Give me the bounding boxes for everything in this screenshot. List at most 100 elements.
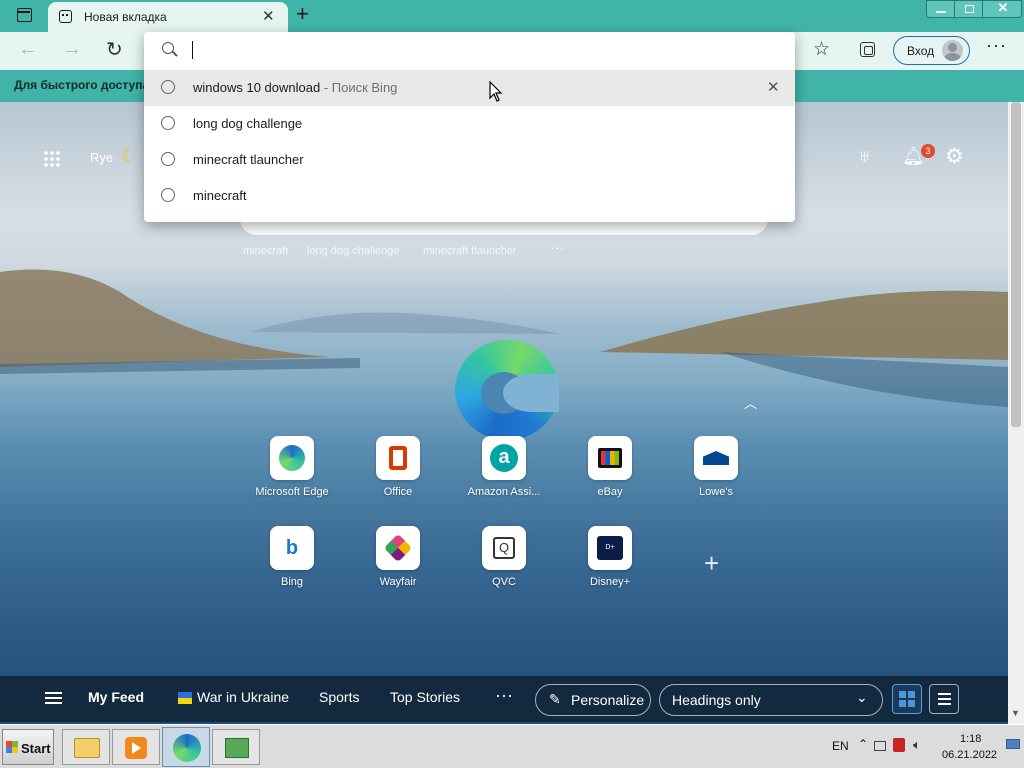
search-icon [162, 42, 178, 57]
qvc-icon: Q [482, 526, 526, 570]
settings-more-icon[interactable]: ··· [986, 35, 1007, 56]
tab-title: Новая вкладка [84, 10, 167, 24]
quicklink-tile[interactable]: b Bing [242, 526, 342, 596]
collections-icon[interactable] [860, 42, 875, 57]
clock-time[interactable]: 1:18 [960, 733, 981, 745]
recent-search-item[interactable]: long dog challenge [307, 245, 399, 257]
mouse-cursor-icon [489, 81, 503, 102]
weather-moon-icon: ☾ [121, 146, 138, 166]
media-player-icon [125, 737, 147, 759]
taskbar-explorer-button[interactable] [62, 729, 110, 765]
quicklink-tile[interactable]: Office [348, 436, 448, 506]
feed-more-icon[interactable]: ··· [495, 685, 513, 706]
language-indicator[interactable]: EN [832, 739, 849, 753]
chevron-down-icon: ⌄ [856, 689, 868, 705]
network-icon[interactable] [874, 741, 886, 751]
taskbar-app-button[interactable] [212, 729, 260, 765]
security-alert-icon[interactable] [893, 738, 905, 752]
quicklink-label: Wayfair [379, 576, 417, 588]
suggestion-item[interactable]: minecraft [144, 178, 795, 214]
taskbar-media-player-button[interactable] [112, 729, 160, 765]
address-suggestions-dropdown: windows 10 download - Поиск Bing ✕ long … [144, 32, 795, 222]
ukraine-flag-icon [178, 692, 192, 704]
tab-new-tab[interactable]: Новая вкладка ✕ [48, 2, 288, 32]
suggestion-text: minecraft [193, 188, 247, 203]
feed-tab-sports[interactable]: Sports [319, 689, 359, 705]
scrollbar-thumb[interactable] [1011, 102, 1021, 427]
scroll-down-arrow-icon[interactable]: ▼ [1011, 708, 1020, 718]
clock-date[interactable]: 06.21.2022 [942, 749, 997, 761]
weather-location[interactable]: Rye [90, 150, 113, 165]
feed-bar: My Feed War in Ukraine Sports Top Storie… [0, 676, 1008, 722]
suggestion-text: long dog challenge [193, 116, 303, 131]
quicklink-label: Disney+ [589, 576, 631, 588]
page-settings-gear-icon[interactable]: ⚙ [945, 144, 964, 169]
quicklink-label: eBay [597, 486, 623, 498]
notification-badge: 3 [921, 144, 935, 158]
history-icon [161, 188, 175, 202]
rewards-icon[interactable]: ♅ [858, 146, 872, 167]
suggestion-item[interactable]: long dog challenge [144, 106, 795, 142]
edge-taskbar-icon [173, 734, 201, 762]
apps-grid-icon[interactable] [43, 150, 61, 168]
collapse-chevron-icon[interactable]: ︿ [744, 393, 757, 412]
sign-in-button[interactable]: Вход [893, 36, 970, 65]
grid-view-button[interactable] [892, 684, 922, 714]
wayfair-icon [376, 526, 420, 570]
start-label: Start [21, 741, 51, 756]
tab-actions-icon[interactable] [17, 8, 32, 22]
forward-button[interactable]: → [62, 38, 82, 61]
feed-menu-icon[interactable] [45, 692, 62, 704]
restore-button[interactable] [955, 1, 983, 18]
start-button[interactable]: Start [2, 729, 54, 765]
address-bar-input[interactable] [190, 38, 780, 62]
quicklink-tile[interactable]: eBay [560, 436, 660, 506]
remove-suggestion-icon[interactable]: ✕ [767, 78, 780, 96]
grid-view-icon [899, 691, 915, 707]
disney-icon: D+ [588, 526, 632, 570]
recent-searches-more-icon[interactable]: ··· [550, 239, 564, 255]
new-tab-button[interactable]: + [296, 1, 309, 27]
layout-select-value: Headings only [672, 692, 761, 708]
office-icon [376, 436, 420, 480]
minimize-button[interactable] [927, 1, 955, 18]
close-window-button[interactable]: ✕ [983, 0, 1023, 18]
bing-icon: b [270, 526, 314, 570]
show-desktop-button[interactable] [1006, 739, 1020, 749]
my-feed-tab[interactable]: My Feed [88, 689, 144, 705]
quicklink-tile[interactable]: Wayfair [348, 526, 448, 596]
tab-close-icon[interactable]: ✕ [262, 7, 275, 25]
suggestion-suffix: - Поиск Bing [320, 80, 398, 95]
tab-favicon-icon [59, 10, 72, 23]
quicklink-tile[interactable]: Lowe's [666, 436, 766, 506]
taskbar-edge-button[interactable] [162, 727, 210, 767]
quicklink-tile[interactable]: Q QVC [454, 526, 554, 596]
quicklink-tile[interactable]: D+ Disney+ [560, 526, 660, 596]
add-quicklink-icon[interactable]: + [704, 548, 719, 579]
installer-icon [225, 738, 249, 758]
back-button[interactable]: ← [18, 38, 38, 61]
add-favorite-icon[interactable]: ☆ [813, 38, 830, 61]
ebay-icon [588, 436, 632, 480]
personalize-button[interactable]: ✎ Personalize [535, 684, 651, 716]
windows-logo-icon [6, 741, 18, 753]
feed-tab-top-stories[interactable]: Top Stories [390, 689, 460, 705]
list-view-button[interactable] [929, 684, 959, 714]
refresh-button[interactable]: ↻ [106, 37, 123, 62]
pencil-icon: ✎ [549, 691, 561, 707]
suggestion-text: minecraft tlauncher [193, 152, 304, 167]
quicklink-tile[interactable]: a Amazon Assi... [454, 436, 554, 506]
edge-icon [270, 436, 314, 480]
feed-tab-war-in-ukraine[interactable]: War in Ukraine [197, 689, 289, 705]
amazon-icon: a [482, 436, 526, 480]
quicklink-tile[interactable]: Microsoft Edge [242, 436, 342, 506]
layout-select[interactable]: Headings only ⌄ [659, 684, 883, 716]
suggestion-item[interactable]: windows 10 download - Поиск Bing ✕ [144, 70, 795, 106]
quicklink-label: Office [383, 486, 413, 498]
suggestion-item[interactable]: minecraft tlauncher [144, 142, 795, 178]
recent-search-item[interactable]: minecraft tlauncher [423, 245, 517, 257]
show-hidden-icons-icon[interactable]: ⌃ [858, 737, 868, 751]
volume-icon[interactable]: 🔈︎ [913, 737, 921, 753]
recent-search-item[interactable]: minecraft [243, 245, 288, 257]
folder-icon [74, 738, 100, 758]
